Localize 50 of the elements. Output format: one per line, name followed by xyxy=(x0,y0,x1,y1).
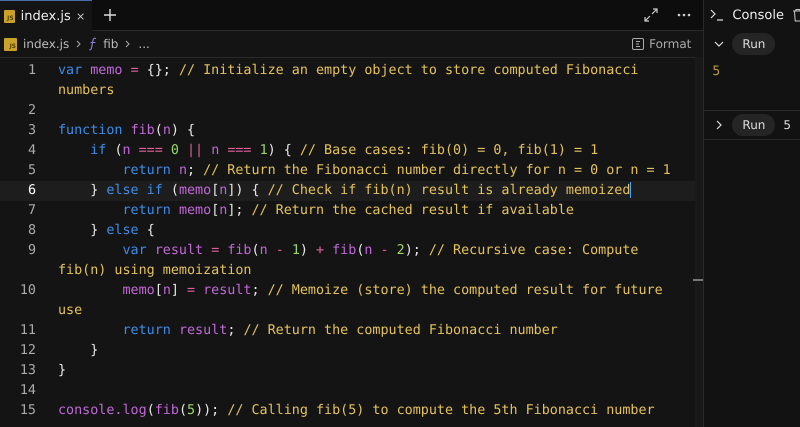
code-line: if (n === 0 || n === 1) { // Base cases: fib(0) = 0, fib(1) = 1 xyxy=(89,142,600,160)
line-number: 9 xyxy=(26,242,36,260)
line-number: 2 xyxy=(26,102,36,120)
console-output: 5 xyxy=(783,118,792,132)
line-number: 3 xyxy=(26,122,36,140)
scrollbar[interactable] xyxy=(695,57,704,427)
code-line: memo[n] = result; // Memoize (store) the computed result for future use xyxy=(58,282,664,320)
code-line: return result; // Return the computed Fibonacci number xyxy=(122,322,559,340)
code-line: function fib(n) { xyxy=(58,122,196,140)
close-icon[interactable] xyxy=(76,12,84,20)
chevron-right-icon xyxy=(75,40,84,48)
line-number: 6 xyxy=(26,182,36,200)
terminal-icon xyxy=(710,9,724,21)
breadcrumb-symbol[interactable]: fib xyxy=(103,37,118,51)
console-output: 5 xyxy=(712,64,720,79)
function-icon xyxy=(89,37,98,51)
console-title: Console xyxy=(732,8,784,22)
more-icon[interactable] xyxy=(677,13,692,17)
expand-icon[interactable] xyxy=(643,7,660,23)
code-line: var memo = {}; // Initialize an empty object to store computed Fibonacci numbers xyxy=(58,62,640,100)
code-line: } xyxy=(89,342,100,360)
line-number: 10 xyxy=(18,282,36,300)
breadcrumb-more[interactable]: ... xyxy=(138,37,150,51)
line-number: 8 xyxy=(26,222,36,240)
format-button[interactable]: Format xyxy=(628,35,696,53)
run-button[interactable]: Run xyxy=(732,33,776,55)
line-number: 11 xyxy=(18,322,36,340)
tab-label: index.js xyxy=(20,8,71,24)
code-line: } else { xyxy=(89,222,156,240)
code-line: return n; // Return the Fibonacci number directly for n = 0 or n = 1 xyxy=(122,162,672,180)
line-number: 7 xyxy=(26,202,36,220)
line-number: 13 xyxy=(18,362,36,380)
plus-icon[interactable] xyxy=(102,7,118,23)
code-line: } xyxy=(58,362,68,380)
chevron-right-icon xyxy=(124,40,132,48)
code-line: var result = fib(n - 1) + fib(n - 2); // Recursive case: Compute fib(n) using memoization xyxy=(58,242,640,280)
line-number: 4 xyxy=(26,142,36,160)
breadcrumb-file[interactable]: index.js xyxy=(23,37,70,51)
code-line: console.log(fib(5)); // Calling fib(5) to compute the 5th Fibonacci number xyxy=(58,402,656,420)
run-button[interactable]: Run xyxy=(732,114,776,136)
code-line: return memo[n]; // Return the cached result if available xyxy=(122,202,575,220)
chevron-down-icon[interactable] xyxy=(714,39,724,49)
format-icon xyxy=(632,38,644,50)
line-number: 12 xyxy=(18,342,36,360)
line-number: 5 xyxy=(26,162,36,180)
line-number: 14 xyxy=(18,382,36,400)
code-line: } else if (memo[n]) { // Check if fib(n) result is already memoized xyxy=(89,181,632,200)
line-number: 1 xyxy=(26,62,36,80)
line-number: 15 xyxy=(18,402,36,420)
chevron-right-icon[interactable] xyxy=(714,120,724,130)
